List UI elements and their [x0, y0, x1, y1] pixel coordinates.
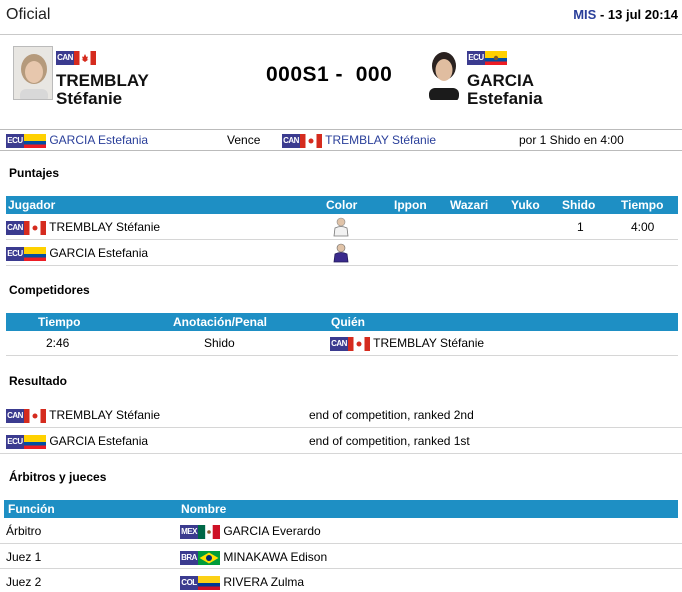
puntajes-header: Jugador Color Ippon Wazari Yuko Shido Ti… — [6, 196, 678, 214]
section-resultado: Resultado — [9, 374, 68, 388]
event-player[interactable]: CAN TREMBLAY Stéfanie — [330, 336, 484, 351]
flag-can-icon — [24, 220, 46, 235]
flag-col-icon — [198, 575, 220, 590]
event-type: Shido — [204, 336, 235, 350]
table-row: 2:46 Shido CAN TREMBLAY Stéfanie — [6, 330, 678, 356]
competidores-header: Tiempo Anotación/Penal Quién — [6, 313, 678, 331]
tiempo-value: 4:00 — [631, 220, 655, 234]
flag-ecu-icon — [24, 434, 46, 449]
loser-entry[interactable]: CAN TREMBLAY Stéfanie — [282, 133, 436, 148]
white-judogi-icon — [333, 217, 349, 237]
table-row: Juez 2 COL RIVERA Zulma — [0, 569, 682, 592]
shido-value: 1 — [577, 220, 584, 234]
flag-can-icon — [74, 51, 96, 65]
funcion: Juez 1 — [6, 550, 42, 564]
winner-entry[interactable]: ECU GARCIA Estefania — [6, 133, 148, 148]
flag-ecu-icon — [24, 246, 46, 261]
result-text: end of competition, ranked 1st — [309, 434, 470, 448]
result-player[interactable]: CAN TREMBLAY Stéfanie — [6, 408, 160, 423]
player-cell[interactable]: ECU GARCIA Estefania — [6, 246, 148, 261]
official-name[interactable]: BRA MINAKAWA Edison — [180, 550, 327, 565]
athlete-photo-right — [424, 46, 464, 100]
flag-can-icon — [348, 336, 370, 351]
section-competidores: Competidores — [9, 283, 90, 297]
top-bar: Oficial MIS - 13 jul 20:14 — [0, 0, 682, 30]
blue-judogi-icon — [333, 243, 349, 263]
athlete-name-left: TREMBLAY Stéfanie — [56, 71, 149, 108]
country-tag-left: CAN — [56, 51, 96, 65]
section-puntajes: Puntajes — [9, 166, 60, 180]
section-arbitros: Árbitros y jueces — [9, 470, 107, 484]
event-time: 2:46 — [46, 336, 70, 350]
table-row: Árbitro MEX GARCIA Everardo — [0, 518, 682, 544]
result-method: por 1 Shido en 4:00 — [519, 133, 624, 147]
table-row: ECU GARCIA Estefania — [6, 240, 678, 266]
player-cell[interactable]: CAN TREMBLAY Stéfanie — [6, 220, 160, 235]
flag-ecu-icon — [24, 133, 46, 148]
result-player[interactable]: ECU GARCIA Estefania — [6, 434, 148, 449]
official-name[interactable]: MEX GARCIA Everardo — [180, 524, 321, 539]
arbitros-header: Función Nombre — [4, 500, 678, 518]
funcion: Juez 2 — [6, 575, 42, 589]
funcion: Árbitro — [6, 524, 42, 538]
result-verb: Vence — [227, 133, 261, 147]
event-datetime: MIS - 13 jul 20:14 — [573, 7, 678, 22]
flag-can-icon — [300, 133, 322, 148]
datetime: 13 jul 20:14 — [607, 7, 678, 22]
page-title: Oficial — [6, 6, 51, 23]
event-code-link[interactable]: MIS — [573, 7, 596, 22]
official-name[interactable]: COL RIVERA Zulma — [180, 575, 304, 590]
flag-mex-icon — [198, 524, 220, 539]
athlete-photo-left — [13, 46, 53, 100]
match-score: 000S1 - 000 — [266, 63, 393, 86]
flag-can-icon — [24, 408, 46, 423]
divider — [0, 34, 682, 35]
table-row: CAN TREMBLAY Stéfanie 1 4:00 — [6, 214, 678, 240]
athlete-name-right: GARCIA Estefania — [467, 71, 543, 108]
country-tag-right: ECU — [467, 51, 507, 65]
flag-bra-icon — [198, 550, 220, 565]
flag-ecu-icon — [485, 51, 507, 65]
result-text: end of competition, ranked 2nd — [309, 408, 474, 422]
table-row: Juez 1 BRA MINAKAWA Edison — [0, 544, 682, 569]
result-summary: ECU GARCIA Estefania Vence CAN TREMBLAY … — [0, 129, 682, 151]
table-row: ECU GARCIA Estefania end of competition,… — [0, 428, 682, 454]
table-row: CAN TREMBLAY Stéfanie end of competition… — [0, 402, 682, 428]
